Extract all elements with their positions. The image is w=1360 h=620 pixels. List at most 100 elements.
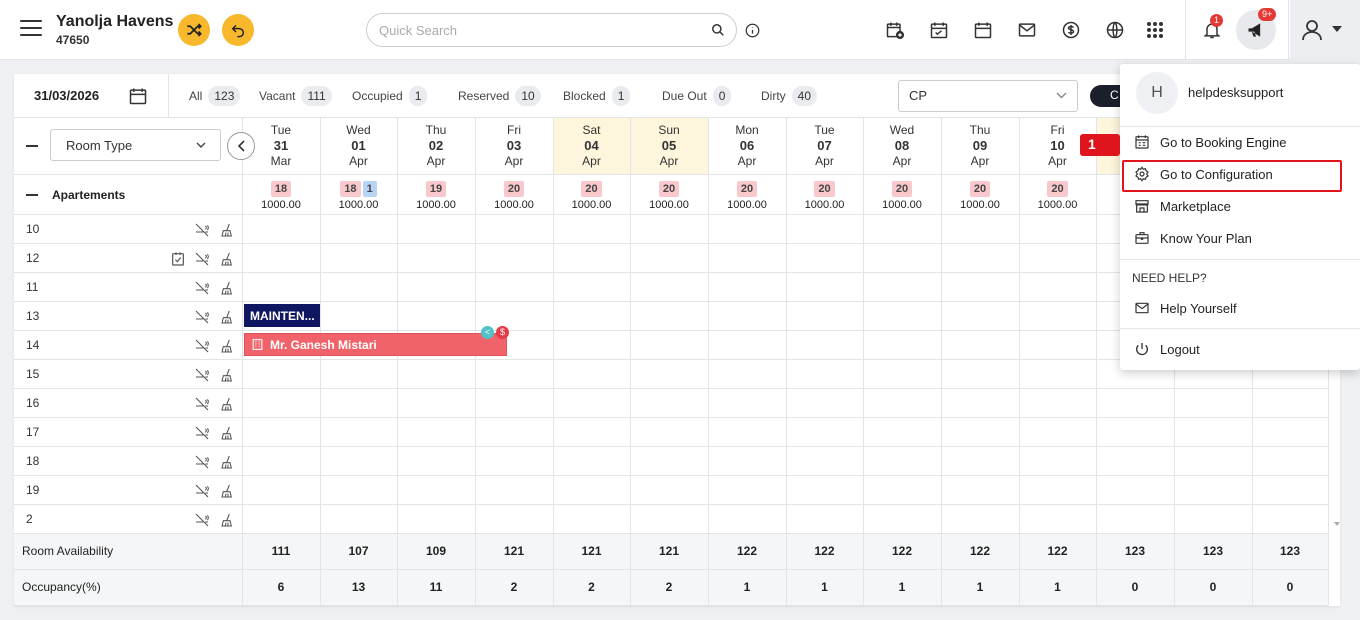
- grid-cell[interactable]: [320, 272, 398, 302]
- rate-plan-select[interactable]: CP: [898, 80, 1078, 112]
- grid-cell[interactable]: [941, 446, 1020, 476]
- grid-cell[interactable]: [863, 243, 942, 273]
- cleaning-broom-icon[interactable]: [220, 280, 236, 296]
- no-smoking-icon[interactable]: [194, 222, 210, 238]
- cleaning-broom-icon[interactable]: [220, 251, 236, 267]
- no-smoking-icon[interactable]: [194, 396, 210, 412]
- grid-cell[interactable]: [553, 504, 631, 534]
- grid-cell[interactable]: [630, 243, 709, 273]
- grid-cell[interactable]: [1096, 446, 1175, 476]
- grid-cell[interactable]: [553, 301, 631, 331]
- grid-cell[interactable]: [786, 243, 864, 273]
- grid-cell[interactable]: [397, 475, 476, 505]
- collapse-icon[interactable]: [26, 145, 38, 147]
- no-smoking-icon[interactable]: [194, 367, 210, 383]
- dollar-badge-icon[interactable]: $: [496, 326, 509, 339]
- grid-cell[interactable]: [863, 475, 942, 505]
- grid-cell[interactable]: [553, 243, 631, 273]
- grid-cell[interactable]: [1096, 475, 1175, 505]
- filter-occupied[interactable]: Occupied 1: [352, 86, 428, 106]
- cleaning-broom-icon[interactable]: [220, 309, 236, 325]
- grid-cell[interactable]: [1019, 243, 1097, 273]
- grid-cell[interactable]: [630, 272, 709, 302]
- checklist-icon[interactable]: [170, 251, 186, 267]
- apps-grid-icon[interactable]: [1143, 18, 1167, 42]
- filter-all[interactable]: All 123: [189, 86, 241, 106]
- grid-cell[interactable]: [708, 446, 787, 476]
- no-smoking-icon[interactable]: [194, 251, 210, 267]
- grid-cell[interactable]: [553, 388, 631, 418]
- grid-cell[interactable]: [320, 475, 398, 505]
- grid-cell[interactable]: [786, 446, 864, 476]
- calendar-check-icon[interactable]: [927, 18, 951, 42]
- grid-cell[interactable]: [320, 214, 398, 244]
- grid-cell[interactable]: [242, 388, 321, 418]
- no-smoking-icon[interactable]: [194, 338, 210, 354]
- cleaning-broom-icon[interactable]: [220, 222, 236, 238]
- grid-cell[interactable]: [553, 446, 631, 476]
- grid-cell[interactable]: [242, 214, 321, 244]
- cleaning-broom-icon[interactable]: [220, 454, 236, 470]
- grid-cell[interactable]: [242, 272, 321, 302]
- grid-cell[interactable]: [553, 475, 631, 505]
- search-input[interactable]: [366, 13, 737, 47]
- grid-cell[interactable]: [553, 330, 631, 360]
- grid-cell[interactable]: [397, 272, 476, 302]
- grid-cell[interactable]: [475, 214, 554, 244]
- collapse-icon[interactable]: [26, 193, 38, 196]
- no-smoking-icon[interactable]: [194, 309, 210, 325]
- grid-cell[interactable]: [941, 359, 1020, 389]
- grid-cell[interactable]: [475, 243, 554, 273]
- grid-cell[interactable]: [397, 388, 476, 418]
- grid-cell[interactable]: [1252, 388, 1329, 418]
- know-your-plan-menu-item[interactable]: Know Your Plan: [1134, 226, 1344, 250]
- grid-cell[interactable]: [397, 446, 476, 476]
- split-icon[interactable]: <: [481, 326, 494, 339]
- dollar-icon[interactable]: [1059, 18, 1083, 42]
- grid-cell[interactable]: [320, 243, 398, 273]
- grid-cell[interactable]: [630, 330, 709, 360]
- booking-bar[interactable]: MAINTEN...: [244, 304, 320, 327]
- grid-cell[interactable]: [708, 388, 787, 418]
- grid-cell[interactable]: [397, 504, 476, 534]
- grid-cell[interactable]: [242, 504, 321, 534]
- grid-cell[interactable]: [630, 446, 709, 476]
- grid-cell[interactable]: [320, 446, 398, 476]
- no-smoking-icon[interactable]: [194, 483, 210, 499]
- no-smoking-icon[interactable]: [194, 512, 210, 528]
- grid-cell[interactable]: [1174, 417, 1253, 447]
- filter-blocked[interactable]: Blocked 1: [563, 86, 631, 106]
- cleaning-broom-icon[interactable]: [220, 425, 236, 441]
- grid-cell[interactable]: [242, 243, 321, 273]
- grid-cell[interactable]: [941, 475, 1020, 505]
- grid-cell[interactable]: [941, 243, 1020, 273]
- mail-icon[interactable]: [1015, 18, 1039, 42]
- booking-bar[interactable]: Mr. Ganesh Mistari: [244, 333, 507, 356]
- marketplace-menu-item[interactable]: Marketplace: [1134, 194, 1344, 218]
- shuffle-button[interactable]: [178, 14, 210, 46]
- grid-cell[interactable]: [1252, 446, 1329, 476]
- grid-cell[interactable]: [941, 214, 1020, 244]
- grid-cell[interactable]: [475, 504, 554, 534]
- grid-cell[interactable]: [397, 417, 476, 447]
- cleaning-broom-icon[interactable]: [220, 367, 236, 383]
- help-yourself-menu-item[interactable]: Help Yourself: [1134, 296, 1344, 320]
- grid-cell[interactable]: [863, 504, 942, 534]
- undo-button[interactable]: [222, 14, 254, 46]
- grid-cell[interactable]: [475, 475, 554, 505]
- filter-reserved[interactable]: Reserved 10: [458, 86, 541, 106]
- grid-cell[interactable]: [1252, 504, 1329, 534]
- grid-cell[interactable]: [1252, 475, 1329, 505]
- grid-cell[interactable]: [786, 214, 864, 244]
- grid-cell[interactable]: [242, 359, 321, 389]
- grid-cell[interactable]: [1252, 417, 1329, 447]
- grid-cell[interactable]: [1019, 388, 1097, 418]
- grid-cell[interactable]: [786, 504, 864, 534]
- grid-cell[interactable]: [1019, 330, 1097, 360]
- grid-cell[interactable]: [242, 446, 321, 476]
- grid-cell[interactable]: [397, 214, 476, 244]
- grid-cell[interactable]: [786, 388, 864, 418]
- grid-cell[interactable]: [708, 330, 787, 360]
- grid-cell[interactable]: [630, 359, 709, 389]
- cleaning-broom-icon[interactable]: [220, 396, 236, 412]
